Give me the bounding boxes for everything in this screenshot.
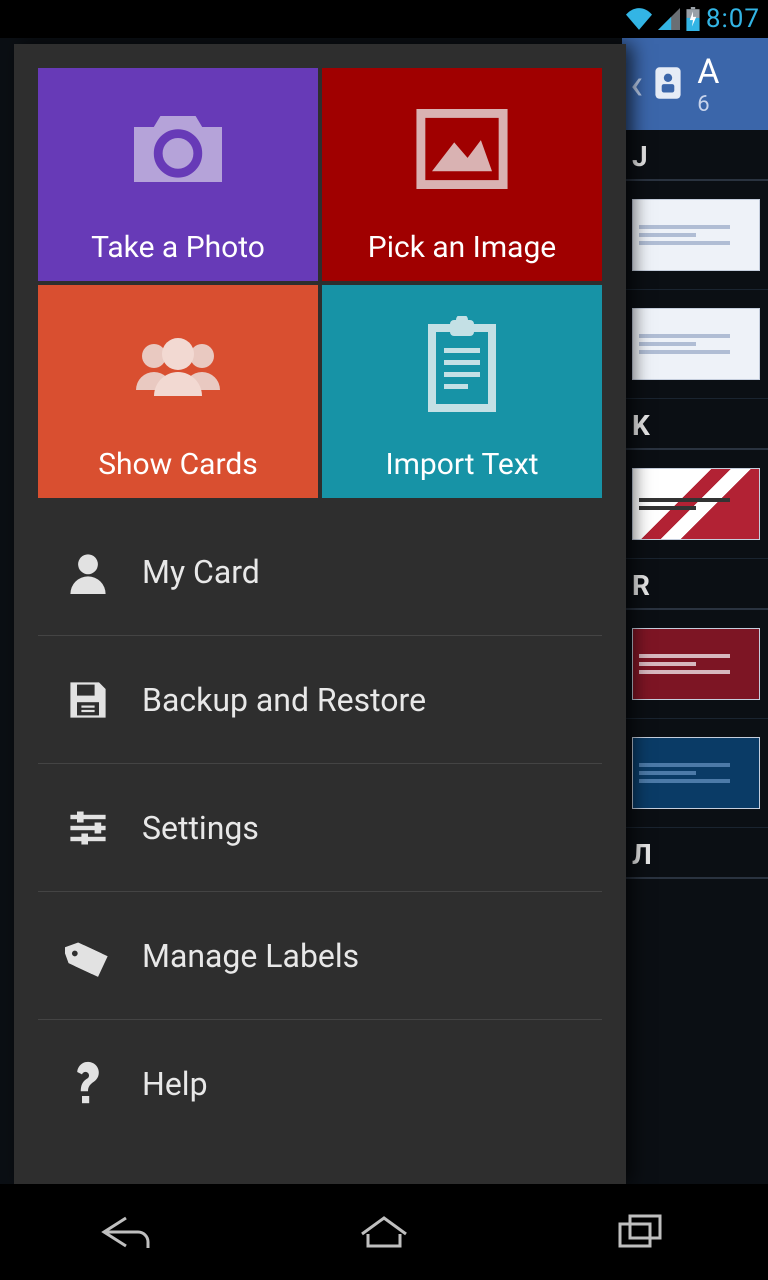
my-card-item[interactable]: My Card <box>38 508 602 636</box>
app-subtitle: 6 <box>697 92 719 117</box>
save-icon <box>62 678 114 722</box>
menu-label: My Card <box>142 553 260 591</box>
app-logo-icon <box>647 61 689 107</box>
home-button[interactable] <box>324 1202 444 1262</box>
tile-label: Show Cards <box>98 447 258 482</box>
menu-label: Help <box>142 1065 208 1103</box>
tile-label: Take a Photo <box>91 230 265 265</box>
system-nav-bar <box>0 1184 768 1280</box>
backup-restore-item[interactable]: Backup and Restore <box>38 636 602 764</box>
settings-item[interactable]: Settings <box>38 764 602 892</box>
pick-image-tile[interactable]: Pick an Image <box>322 68 602 281</box>
screen: 8:07 ‹ A 6 J K R Л <box>0 0 768 1280</box>
clipboard-icon <box>417 285 507 447</box>
recent-apps-button[interactable] <box>580 1202 700 1262</box>
status-time: 8:07 <box>706 4 760 34</box>
manage-labels-item[interactable]: Manage Labels <box>38 892 602 1020</box>
import-text-tile[interactable]: Import Text <box>322 285 602 498</box>
back-button[interactable] <box>68 1202 188 1262</box>
wifi-icon <box>626 8 652 30</box>
card-list-item[interactable] <box>622 610 768 719</box>
menu-list: My Card Backup and Restore Settings <box>38 508 602 1148</box>
card-thumbnail <box>632 737 760 809</box>
sliders-icon <box>62 806 114 850</box>
tile-label: Pick an Image <box>368 230 556 265</box>
app-title: A <box>697 52 719 92</box>
menu-label: Backup and Restore <box>142 681 426 719</box>
card-list-item[interactable] <box>622 719 768 828</box>
camera-icon <box>123 68 233 230</box>
signal-icon <box>658 8 680 30</box>
tile-label: Import Text <box>385 447 538 482</box>
show-cards-tile[interactable]: Show Cards <box>38 285 318 498</box>
menu-label: Settings <box>142 809 259 847</box>
card-list-item[interactable] <box>622 290 768 399</box>
background-app: ‹ A 6 J K R Л <box>622 38 768 1184</box>
section-header: Л <box>622 828 768 879</box>
section-header: R <box>622 559 768 610</box>
help-item[interactable]: Help <box>38 1020 602 1148</box>
help-icon <box>62 1060 114 1108</box>
tile-grid: Take a Photo Pick an Image <box>38 68 602 498</box>
card-thumbnail <box>632 468 760 540</box>
take-photo-tile[interactable]: Take a Photo <box>38 68 318 281</box>
person-icon <box>62 550 114 594</box>
card-list-item[interactable] <box>622 181 768 290</box>
navigation-drawer: Take a Photo Pick an Image <box>14 44 626 1184</box>
status-bar: 8:07 <box>0 0 768 38</box>
card-thumbnail <box>632 628 760 700</box>
people-icon <box>118 285 238 447</box>
app-header[interactable]: ‹ A 6 <box>622 38 768 130</box>
section-header: K <box>622 399 768 450</box>
card-thumbnail <box>632 199 760 271</box>
tag-icon <box>62 933 114 979</box>
battery-icon <box>686 7 700 31</box>
card-list-item[interactable] <box>622 450 768 559</box>
section-header: J <box>622 130 768 181</box>
card-thumbnail <box>632 308 760 380</box>
image-icon <box>412 68 512 230</box>
back-chevron-icon[interactable]: ‹ <box>630 58 643 110</box>
menu-label: Manage Labels <box>142 937 359 975</box>
